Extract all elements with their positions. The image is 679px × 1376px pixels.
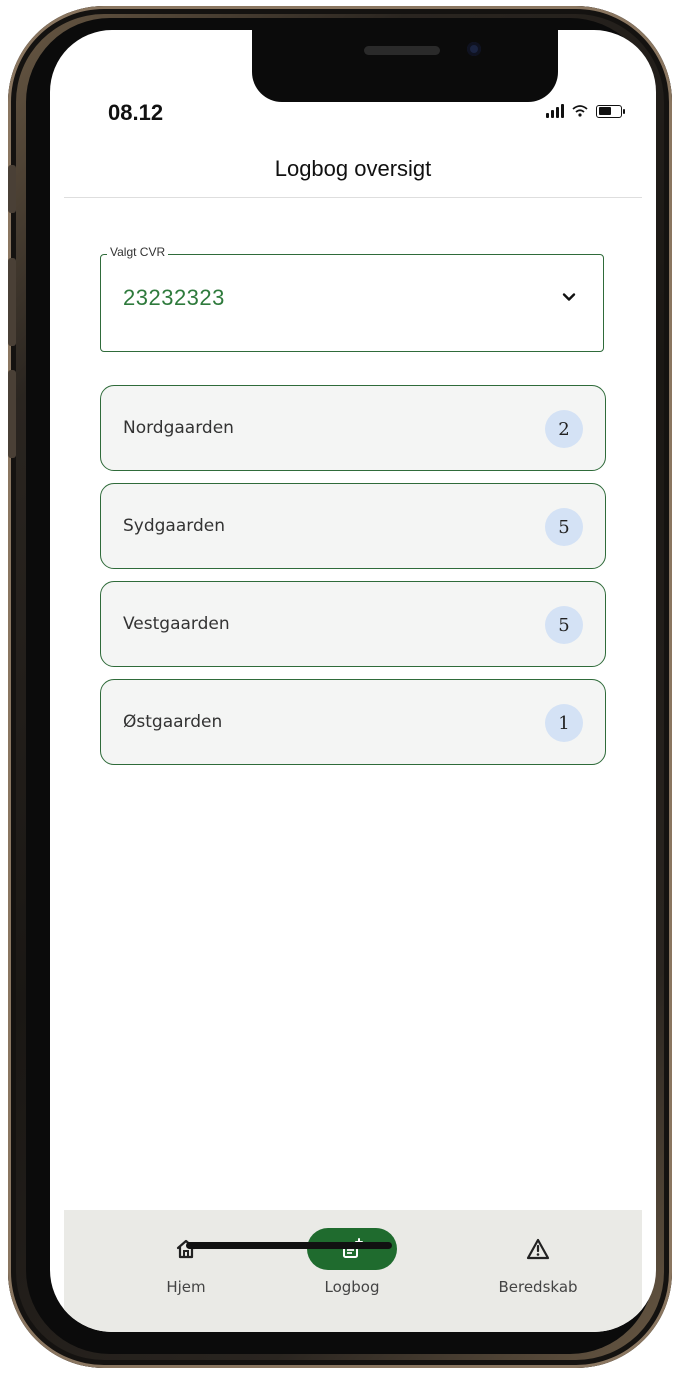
page-title: Logbog oversigt — [274, 156, 432, 181]
mute-switch — [8, 165, 16, 213]
farm-name: Østgaarden — [123, 712, 223, 732]
nav-icon-container — [141, 1228, 231, 1270]
farm-list: Nordgaarden 2 Sydgaarden 5 Vestgaarden 5… — [100, 385, 606, 777]
nav-icon-container-active — [307, 1228, 397, 1270]
header-divider — [64, 197, 642, 198]
app-screen: 08.12 Logbog oversigt Valgt CVR 23232323… — [50, 30, 656, 1332]
count-badge: 1 — [545, 704, 583, 742]
farm-item-ostgaarden[interactable]: Østgaarden 1 — [100, 679, 606, 765]
nav-icon-container — [493, 1228, 583, 1270]
nav-label: Beredskab — [498, 1278, 578, 1296]
status-time: 08.12 — [108, 100, 164, 125]
home-indicator — [186, 1242, 392, 1249]
count-badge: 5 — [545, 508, 583, 546]
signal-icon — [546, 104, 564, 118]
farm-name: Vestgaarden — [123, 614, 230, 634]
front-camera — [467, 42, 481, 56]
battery-icon — [596, 104, 625, 118]
nav-item-logbog[interactable]: Logbog — [292, 1228, 412, 1296]
farm-name: Sydgaarden — [123, 516, 225, 536]
nav-item-beredskab[interactable]: Beredskab — [478, 1228, 598, 1296]
volume-up-button — [8, 258, 16, 346]
cvr-select[interactable]: Valgt CVR 23232323 — [100, 245, 604, 352]
farm-item-vestgaarden[interactable]: Vestgaarden 5 — [100, 581, 606, 667]
notch — [252, 30, 558, 102]
cvr-select-value: 23232323 — [123, 285, 225, 310]
farm-item-nordgaarden[interactable]: Nordgaarden 2 — [100, 385, 606, 471]
count-badge: 5 — [545, 606, 583, 644]
device-stage: 08.12 Logbog oversigt Valgt CVR 23232323… — [0, 0, 679, 1376]
cvr-select-label: Valgt CVR — [107, 245, 169, 259]
bottom-navigation: Hjem Logbog Beredskab — [64, 1210, 642, 1332]
farm-name: Nordgaarden — [123, 418, 234, 438]
warning-triangle-icon — [526, 1238, 550, 1260]
wifi-icon — [572, 105, 588, 117]
status-icons — [546, 104, 625, 118]
farm-item-sydgaarden[interactable]: Sydgaarden 5 — [100, 483, 606, 569]
chevron-down-icon[interactable] — [561, 289, 577, 305]
speaker-grille — [364, 46, 440, 55]
nav-label: Logbog — [324, 1278, 380, 1296]
volume-down-button — [8, 370, 16, 458]
count-badge: 2 — [545, 410, 583, 448]
nav-label: Hjem — [166, 1278, 206, 1296]
nav-item-hjem[interactable]: Hjem — [126, 1228, 246, 1296]
